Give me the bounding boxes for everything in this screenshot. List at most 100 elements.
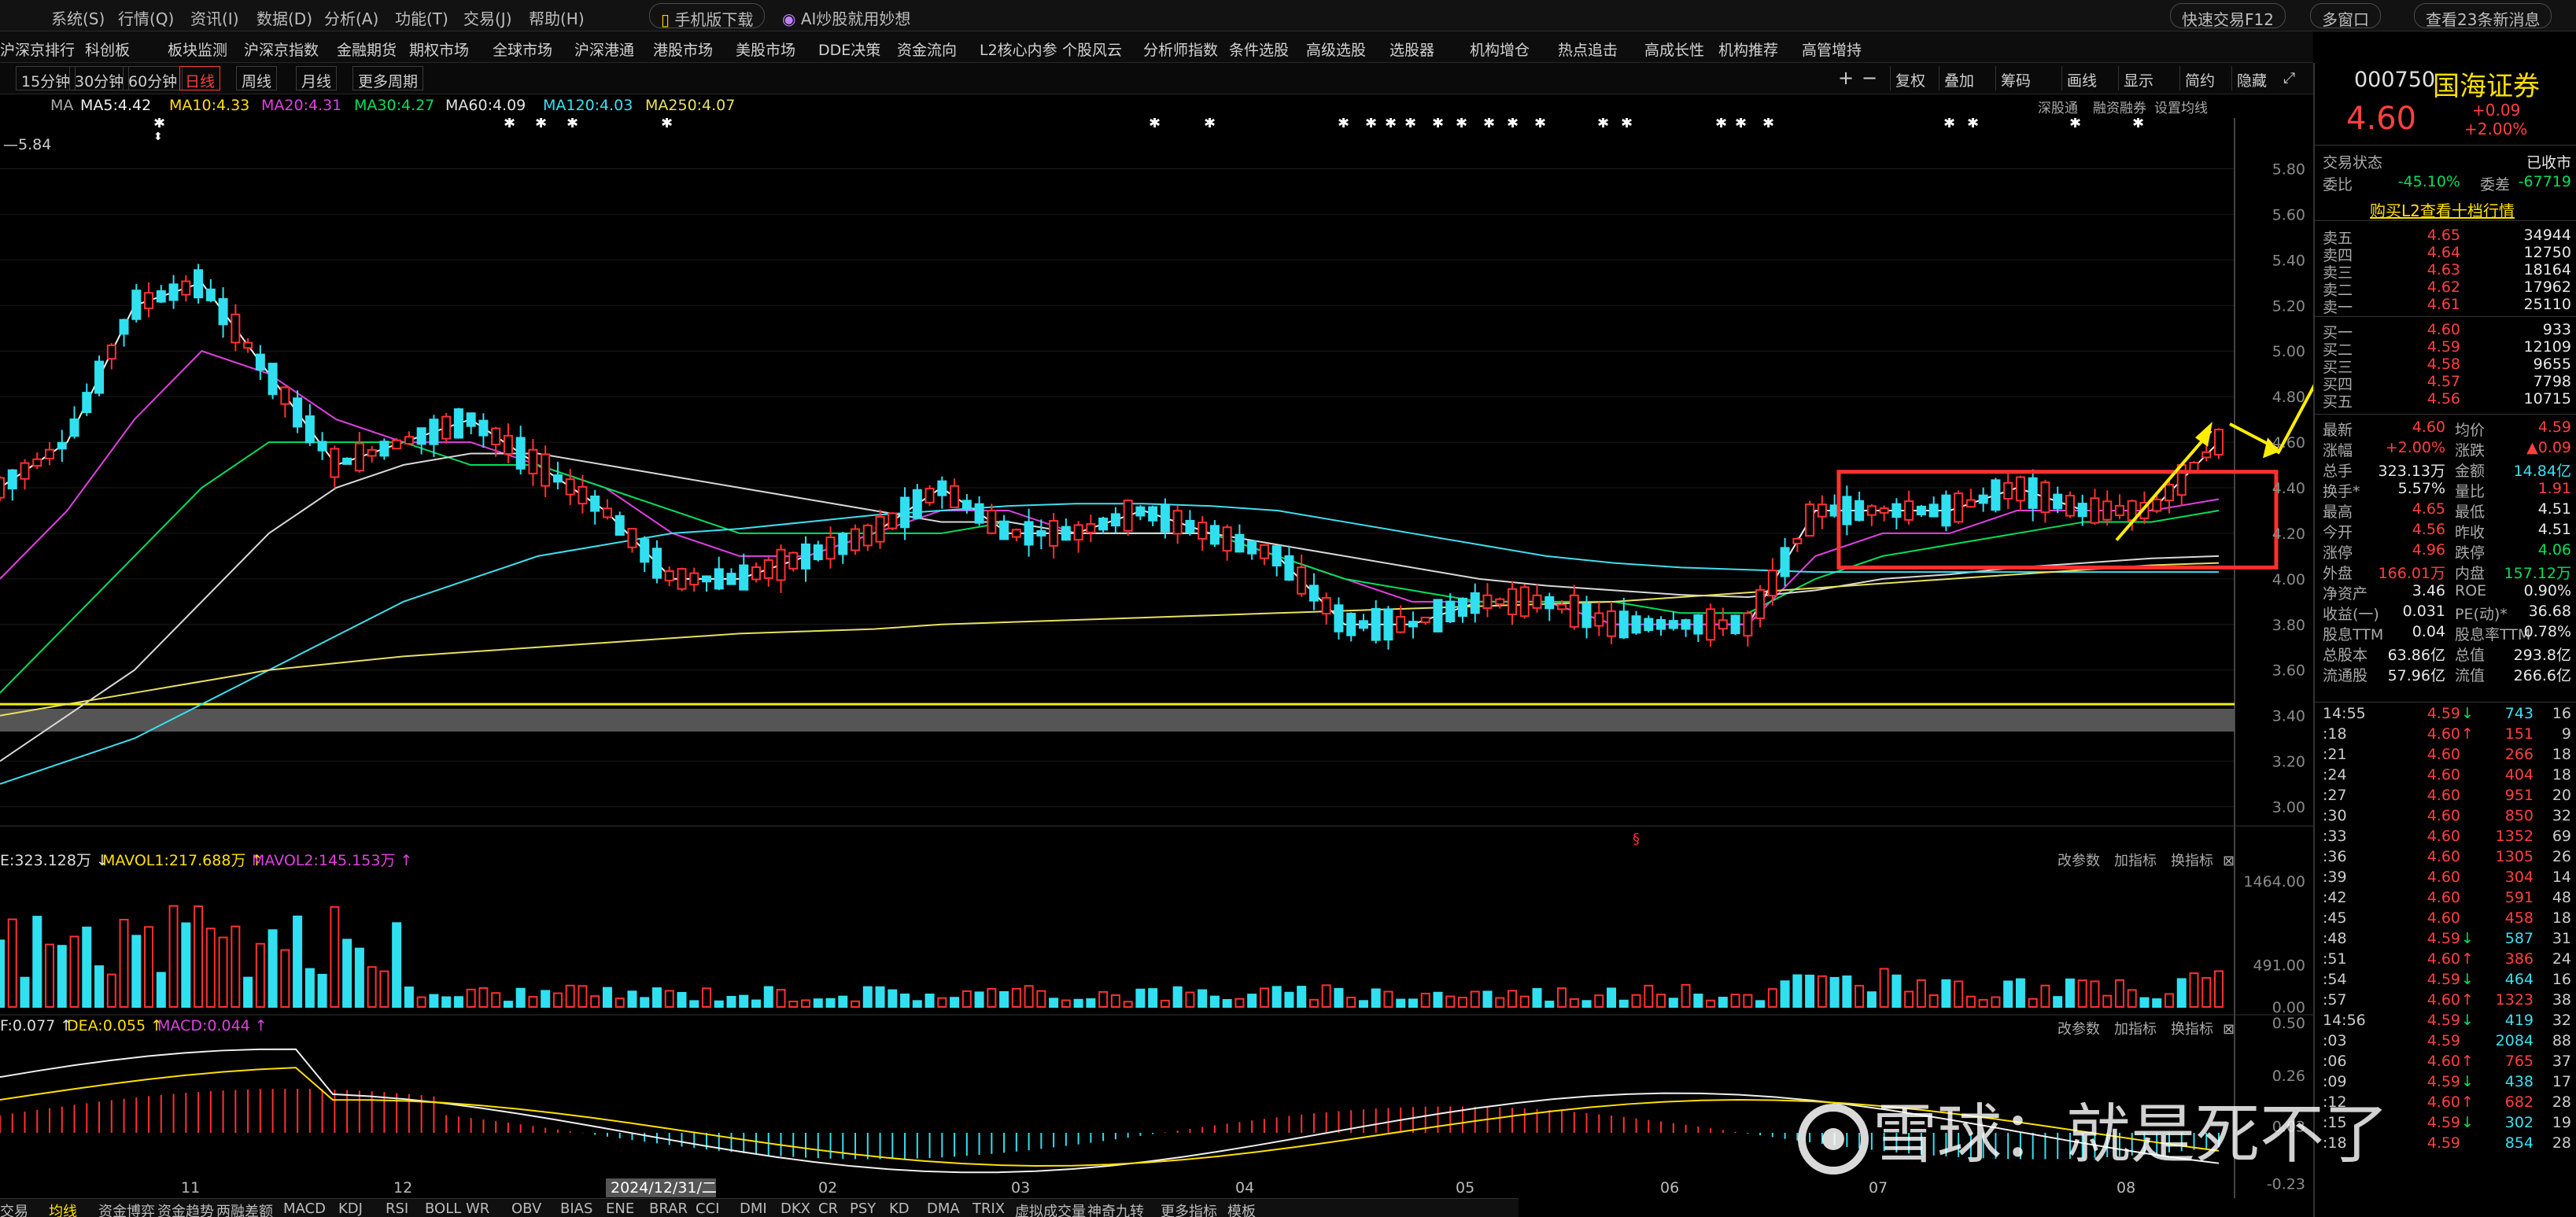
menu-system[interactable]: 系统(S) <box>51 6 105 29</box>
nav-item-15[interactable]: 条件选股 <box>1229 39 1289 60</box>
indicator-tab-6[interactable]: KDJ <box>338 1200 363 1217</box>
nav-item-21[interactable]: 机构推荐 <box>1718 39 1778 60</box>
nav-item-18[interactable]: 机构增仓 <box>1470 39 1530 60</box>
top-link-1[interactable]: 融资融券 <box>2093 97 2146 116</box>
nav-item-11[interactable]: 资金流向 <box>897 39 957 60</box>
nav-item-0[interactable]: 沪深京排行 <box>0 39 75 60</box>
candle-body <box>1049 519 1059 547</box>
indicator-tab-22[interactable]: 虚拟成交量 <box>1015 1200 1086 1217</box>
expand-icon[interactable]: ⤢ <box>2279 66 2300 90</box>
indicator-tab-0[interactable]: 交易 <box>0 1200 28 1217</box>
toolbar-1[interactable]: 叠加 <box>1939 66 1979 90</box>
l2-link[interactable]: 购买L2查看十档行情 <box>2370 198 2515 221</box>
toolbar-3[interactable]: 画线 <box>2061 66 2102 90</box>
quick-trade-button[interactable]: 快速交易F12 <box>2170 3 2286 29</box>
nav-item-6[interactable]: 全球市场 <box>493 39 552 60</box>
panel-link-1[interactable]: 加指标 <box>2114 853 2157 869</box>
nav-item-22[interactable]: 高管增持 <box>1802 39 1862 60</box>
add-icon[interactable]: + <box>1833 64 1858 89</box>
indicator-tab-21[interactable]: TRIX <box>972 1200 1005 1217</box>
indicator-tab-14[interactable]: CCI <box>696 1200 719 1217</box>
indicator-tab-1[interactable]: 均线 <box>49 1200 77 1217</box>
price-chart[interactable]: ✱ ✱ ✱ ✱ ✱ ✱ ✱ ✱ ✱ ✱ ✱ ✱ ✱ ✱ ✱ ✱ ✱ ✱ ✱ ✱ ✱ ✱ ✱ ✱ ✱ ⬍ —5.84 5.80 5.60 5… <box>0 118 2313 1198</box>
indicator-tab-13[interactable]: BRAR <box>649 1200 688 1217</box>
nav-item-3[interactable]: 沪深京指数 <box>244 39 319 60</box>
nav-item-9[interactable]: 美股市场 <box>736 39 795 60</box>
indicator-tab-10[interactable]: OBV <box>511 1200 541 1217</box>
menu-help[interactable]: 帮助(H) <box>529 6 585 29</box>
indicator-tab-20[interactable]: DMA <box>927 1200 960 1217</box>
top-link-2[interactable]: 设置均线 <box>2154 97 2208 116</box>
menu-info[interactable]: 资讯(I) <box>190 6 239 29</box>
tick-price: 4.59 <box>2427 930 2460 947</box>
ask-row-4-extra: 25110 <box>2523 296 2571 313</box>
indicator-tab-17[interactable]: CR <box>818 1200 838 1217</box>
panel-link-0[interactable]: 改参数 <box>2057 853 2100 869</box>
quote-panel: 000750 国海证券 4.60 +0.09 +2.00% 交易状态 已收市 委比 -… <box>2313 63 2576 1217</box>
indicator-tab-2[interactable]: 资金博弈 <box>98 1200 155 1217</box>
panel-link-1[interactable]: 加指标 <box>2114 1021 2157 1038</box>
nav-item-17[interactable]: 选股器 <box>1389 39 1434 60</box>
multi-window-button[interactable]: 多窗口 <box>2310 3 2381 29</box>
tick-row: :03 4.59 2084 88 <box>2315 1032 2576 1053</box>
indicator-tab-11[interactable]: BIAS <box>560 1200 592 1217</box>
nav-item-20[interactable]: 高成长性 <box>1644 39 1704 60</box>
nav-item-4[interactable]: 金融期货 <box>337 39 397 60</box>
period-6[interactable]: 更多周期 <box>352 66 424 90</box>
nav-item-10[interactable]: DDE决策 <box>818 39 880 60</box>
toolbar-6[interactable]: 隐藏 <box>2231 66 2272 90</box>
toolbar-2[interactable]: 筹码 <box>1995 66 2035 90</box>
period-1[interactable]: 30分钟 <box>69 66 130 90</box>
period-2[interactable]: 60分钟 <box>123 66 183 90</box>
nav-item-12[interactable]: L2核心内参 <box>980 39 1057 60</box>
close-icon[interactable]: ⊠ <box>2223 1021 2235 1038</box>
close-icon[interactable]: ⊠ <box>2223 853 2235 869</box>
indicator-tab-24[interactable]: 更多指标 <box>1161 1200 1217 1217</box>
nav-item-16[interactable]: 高级选股 <box>1306 39 1366 60</box>
toolbar-0[interactable]: 复权 <box>1890 66 1930 90</box>
candle-body <box>1160 503 1170 533</box>
indicator-tab-23[interactable]: 神奇九转 <box>1087 1200 1144 1217</box>
nav-item-5[interactable]: 期权市场 <box>409 39 469 60</box>
candle-body <box>404 436 414 445</box>
indicator-tab-9[interactable]: WR <box>466 1200 489 1217</box>
indicator-tab-16[interactable]: DKX <box>781 1200 810 1217</box>
toolbar-4[interactable]: 显示 <box>2118 66 2158 90</box>
menu-trade[interactable]: 交易(J) <box>463 6 512 29</box>
indicator-tab-7[interactable]: RSI <box>386 1200 408 1217</box>
indicator-tab-15[interactable]: DMI <box>740 1200 767 1217</box>
indicator-tab-8[interactable]: BOLL <box>425 1200 461 1217</box>
menu-quote[interactable]: 行情(Q) <box>118 6 174 29</box>
nav-item-1[interactable]: 科创板 <box>85 39 130 60</box>
period-5[interactable]: 月线 <box>296 66 338 90</box>
menu-analysis[interactable]: 分析(A) <box>324 6 378 29</box>
period-0[interactable]: 15分钟 <box>16 66 76 90</box>
toolbar-5[interactable]: 简约 <box>2179 66 2220 90</box>
news-button[interactable]: 查看23条新消息 <box>2414 3 2552 29</box>
nav-item-14[interactable]: 分析师指数 <box>1143 39 1218 60</box>
indicator-tab-25[interactable]: 模板 <box>1227 1200 1256 1217</box>
indicator-tab-3[interactable]: 资金趋势 <box>157 1200 214 1217</box>
panel-link-2[interactable]: 换指标 <box>2171 853 2213 869</box>
panel-link-0[interactable]: 改参数 <box>2057 1021 2100 1038</box>
menu-data[interactable]: 数据(D) <box>256 6 312 29</box>
panel-link-2[interactable]: 换指标 <box>2171 1021 2213 1038</box>
indicator-tab-19[interactable]: KD <box>889 1200 910 1217</box>
menu-function[interactable]: 功能(T) <box>395 6 448 29</box>
indicator-tab-4[interactable]: 两融差额 <box>216 1200 273 1217</box>
indicator-tab-12[interactable]: ENE <box>606 1200 634 1217</box>
nav-item-19[interactable]: 热点追击 <box>1558 39 1618 60</box>
nav-item-7[interactable]: 沪深港通 <box>574 39 634 60</box>
minus-icon[interactable]: − <box>1857 64 1882 89</box>
top-link-0[interactable]: 深股通 <box>2038 97 2078 116</box>
mobile-download-button[interactable]: ▯ 手机版下载 <box>649 3 766 29</box>
nav-item-8[interactable]: 港股市场 <box>653 39 713 60</box>
indicator-tab-18[interactable]: PSY <box>850 1200 876 1217</box>
ai-promo-button[interactable]: ◉ AI炒股就用妙想 <box>771 3 921 28</box>
nav-item-13[interactable]: 个股风云 <box>1062 39 1122 60</box>
tick-volume: 151 <box>2504 725 2534 743</box>
period-3[interactable]: 日线 <box>179 66 221 90</box>
indicator-tab-5[interactable]: MACD <box>283 1200 326 1217</box>
nav-item-2[interactable]: 板块监测 <box>168 39 227 60</box>
period-4[interactable]: 周线 <box>236 66 278 90</box>
